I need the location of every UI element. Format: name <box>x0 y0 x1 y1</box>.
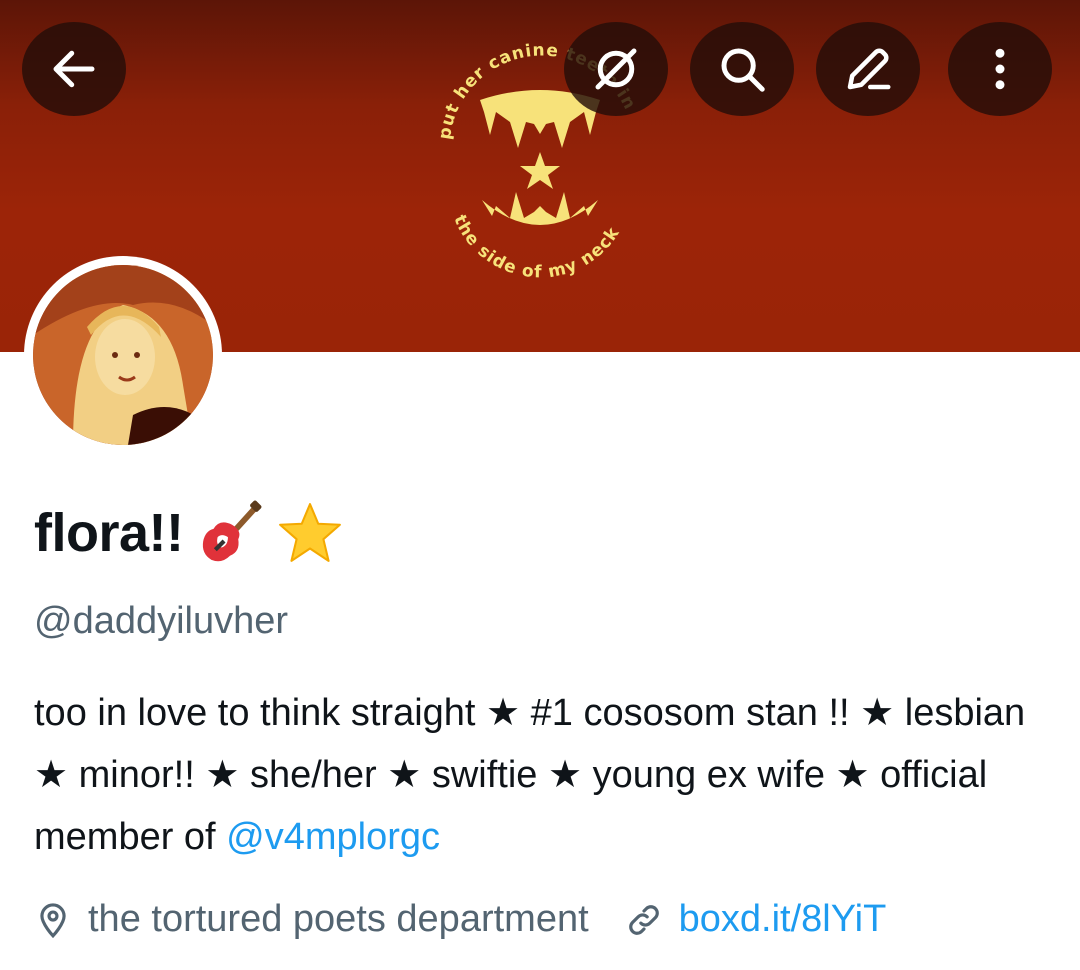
arrow-left-icon <box>53 50 95 88</box>
back-button[interactable] <box>22 22 126 116</box>
profile-avatar[interactable] <box>24 256 222 454</box>
grok-button[interactable] <box>564 22 668 116</box>
location-pin-icon <box>40 902 66 938</box>
display-name-row: flora!! <box>34 500 343 566</box>
search-icon <box>721 48 765 92</box>
user-handle: @daddyiluvher <box>34 600 289 642</box>
pencil-icon <box>847 48 891 90</box>
profile-meta: the tortured poets department boxd.it/8l… <box>34 898 886 941</box>
guitar-emoji <box>203 500 262 562</box>
grok-icon <box>595 48 637 90</box>
star-emoji <box>279 503 342 562</box>
lower-fangs-shape <box>482 192 598 225</box>
location-text: the tortured poets department <box>88 898 589 940</box>
display-name: flora!! <box>34 503 184 563</box>
avatar-image <box>33 265 213 445</box>
more-vertical-icon <box>995 48 1005 90</box>
bio-mention-link[interactable]: @v4mplorgc <box>226 816 440 858</box>
link-icon <box>628 904 659 935</box>
profile-bio: too in love to think straight ★ #1 cosos… <box>34 682 1054 868</box>
edit-button[interactable] <box>816 22 920 116</box>
more-options-button[interactable] <box>948 22 1052 116</box>
website-link[interactable]: boxd.it/8lYiT <box>679 898 887 941</box>
bio-text: too in love to think straight ★ #1 cosos… <box>34 692 1026 858</box>
banner-star-shape <box>520 152 560 189</box>
search-button[interactable] <box>690 22 794 116</box>
